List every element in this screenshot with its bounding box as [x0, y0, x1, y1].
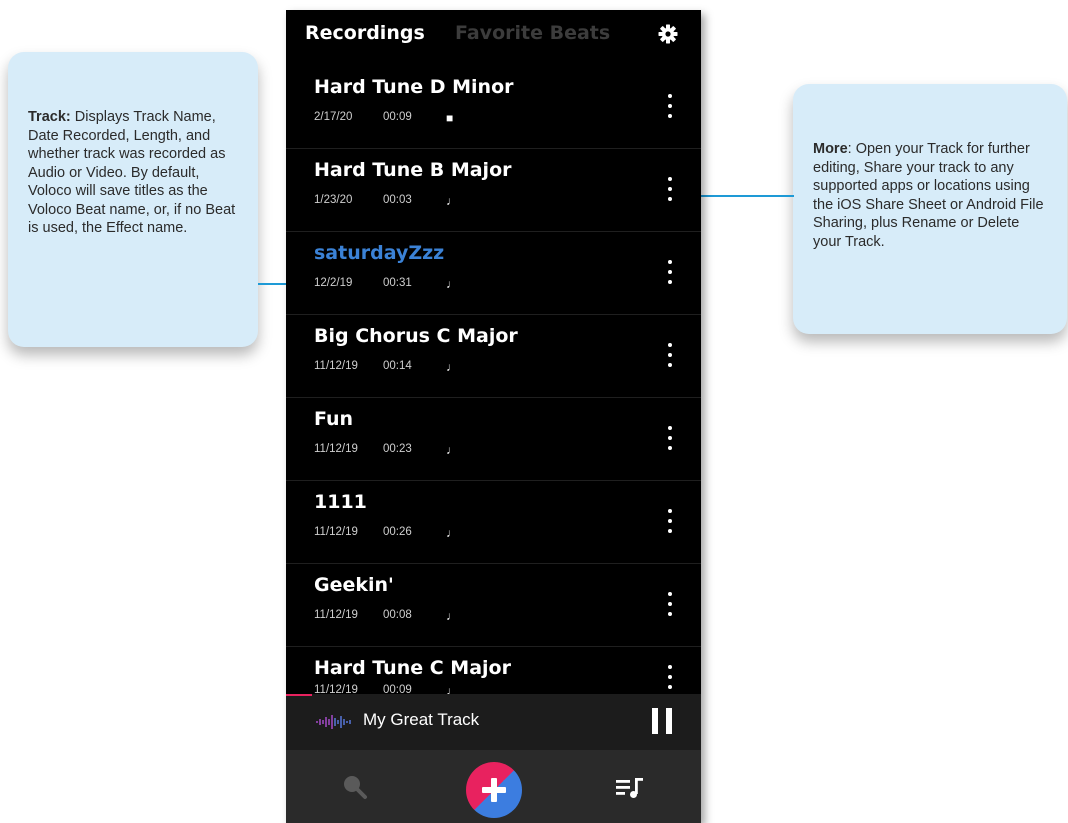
pause-icon[interactable] — [652, 708, 674, 734]
phone-screen: Recordings Favorite Beats Hard Tune D Mi… — [286, 10, 701, 823]
track-callout-heading: Track: — [28, 109, 71, 125]
recording-title: Hard Tune B Major — [314, 159, 512, 181]
more-callout-heading: More — [813, 141, 848, 157]
recording-meta: 11/12/19 00:08 ♩ — [314, 609, 458, 623]
recording-date: 2/17/20 — [314, 111, 353, 123]
recording-duration: 00:03 — [383, 194, 412, 206]
playback-progress — [286, 694, 312, 696]
recording-row[interactable]: Geekin' 11/12/19 00:08 ♩ — [286, 564, 701, 647]
music-note-icon: ♩ — [446, 194, 458, 208]
search-icon[interactable] — [342, 774, 368, 800]
plus-icon-stem — [491, 778, 497, 802]
more-callout: More: Open your Track for further editin… — [793, 84, 1067, 334]
recording-duration: 00:23 — [383, 443, 412, 455]
recording-duration: 00:31 — [383, 277, 412, 289]
track-callout: Track: Displays Track Name, Date Recorde… — [8, 52, 258, 347]
gear-icon[interactable] — [658, 24, 678, 44]
recording-date: 12/2/19 — [314, 277, 353, 289]
playlist-icon[interactable] — [616, 776, 646, 800]
recording-duration: 00:09 — [383, 111, 412, 123]
music-note-icon: ♩ — [446, 360, 458, 374]
mini-player[interactable]: My Great Track — [286, 694, 701, 750]
bottom-navigation — [286, 750, 701, 823]
recording-date: 11/12/19 — [314, 443, 358, 455]
recording-row[interactable]: Big Chorus C Major 11/12/19 00:14 ♩ — [286, 315, 701, 398]
recording-meta: 11/12/19 00:23 ♩ — [314, 443, 458, 457]
recording-row[interactable]: Hard Tune B Major 1/23/20 00:03 ♩ — [286, 149, 701, 232]
recording-date: 1/23/20 — [314, 194, 353, 206]
recording-title: Big Chorus C Major — [314, 325, 518, 347]
recording-meta: 12/2/19 00:31 ♩ — [314, 277, 458, 291]
music-note-icon: ♩ — [446, 443, 458, 457]
more-options-icon[interactable] — [666, 507, 674, 535]
more-options-icon[interactable] — [666, 590, 674, 618]
recording-row[interactable]: saturdayZzz 12/2/19 00:31 ♩ — [286, 232, 701, 315]
tab-favorite-beats[interactable]: Favorite Beats — [455, 22, 610, 44]
recording-title: Geekin' — [314, 574, 394, 596]
music-note-icon: ♩ — [446, 609, 458, 623]
music-note-icon: ♩ — [446, 526, 458, 540]
recording-meta: 2/17/20 00:09 ■ — [314, 111, 453, 125]
more-options-icon[interactable] — [666, 258, 674, 286]
recording-row[interactable]: Hard Tune D Minor 2/17/20 00:09 ■ — [286, 66, 701, 149]
recording-meta: 11/12/19 00:26 ♩ — [314, 526, 458, 540]
more-options-icon[interactable] — [666, 424, 674, 452]
recording-title: Hard Tune C Major — [314, 657, 511, 679]
recording-date: 11/12/19 — [314, 360, 358, 372]
recording-row[interactable]: 1111 11/12/19 00:26 ♩ — [286, 481, 701, 564]
more-options-icon[interactable] — [666, 341, 674, 369]
now-playing-title: My Great Track — [363, 710, 480, 729]
more-options-icon[interactable] — [666, 175, 674, 203]
recording-title: saturdayZzz — [314, 242, 445, 264]
more-callout-body: : Open your Track for further editing, S… — [813, 141, 1044, 250]
waveform-icon — [316, 715, 351, 729]
recording-date: 11/12/19 — [314, 526, 358, 538]
more-callout-text: More: Open your Track for further editin… — [813, 140, 1049, 251]
tab-recordings[interactable]: Recordings — [305, 22, 425, 44]
music-note-icon: ♩ — [446, 277, 458, 291]
recording-row[interactable]: Fun 11/12/19 00:23 ♩ — [286, 398, 701, 481]
recording-title: Hard Tune D Minor — [314, 76, 514, 98]
recording-date: 11/12/19 — [314, 609, 358, 621]
recording-duration: 00:08 — [383, 609, 412, 621]
recording-duration: 00:26 — [383, 526, 412, 538]
recording-meta: 11/12/19 00:14 ♩ — [314, 360, 458, 374]
recording-title: Fun — [314, 408, 354, 430]
recording-duration: 00:14 — [383, 360, 412, 372]
tab-bar: Recordings Favorite Beats — [286, 10, 701, 62]
recording-row[interactable]: Hard Tune C Major 11/12/19 00:09 ♩ — [286, 647, 701, 698]
track-callout-text: Track: Displays Track Name, Date Recorde… — [28, 108, 240, 238]
video-icon: ■ — [446, 111, 454, 125]
add-recording-button[interactable] — [466, 762, 522, 818]
more-options-icon[interactable] — [666, 663, 674, 691]
recording-title: 1111 — [314, 491, 367, 513]
track-callout-body: Displays Track Name, Date Recorded, Leng… — [28, 109, 236, 236]
more-options-icon[interactable] — [666, 92, 674, 120]
recording-meta: 1/23/20 00:03 ♩ — [314, 194, 458, 208]
